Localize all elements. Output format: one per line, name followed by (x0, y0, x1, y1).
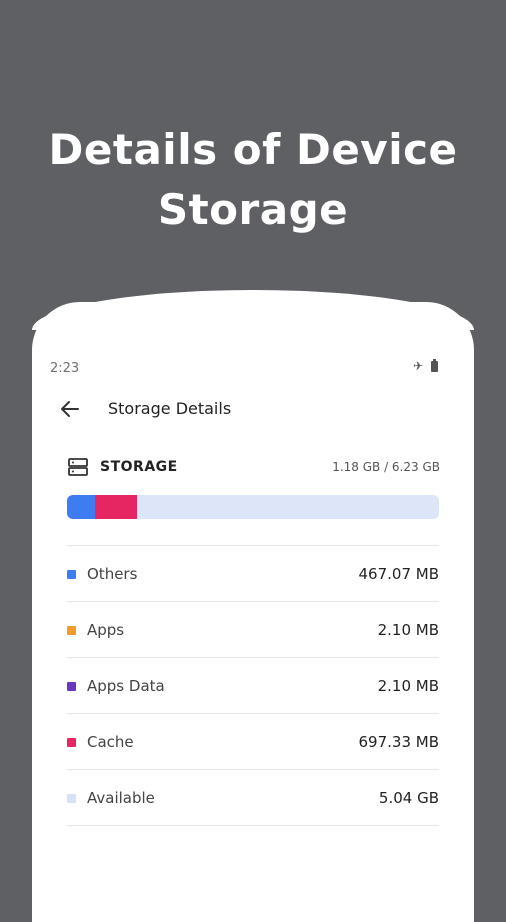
app-bar: Storage Details (58, 397, 438, 421)
status-time: 2:23 (50, 361, 79, 376)
list-item-label: Available (87, 789, 155, 807)
list-item[interactable]: Cache 697.33 MB (67, 713, 439, 769)
storage-usage-bar (67, 495, 439, 519)
list-item-value: 467.07 MB (359, 565, 440, 583)
list-item-label: Cache (87, 733, 134, 751)
legend-color-swatch (67, 570, 76, 579)
status-icons: ✈ (413, 360, 438, 372)
storage-bar-segment-cache (95, 495, 137, 519)
storage-label: STORAGE (100, 459, 178, 475)
list-item[interactable]: Others 467.07 MB (67, 545, 439, 601)
legend-color-swatch (67, 738, 76, 747)
storage-used-text: 1.18 GB / 6.23 GB (332, 460, 440, 474)
legend-color-swatch (67, 682, 76, 691)
phone-screen: 2:23 ✈ Storage Details STORAGE 1.18 GB /… (32, 302, 474, 922)
list-item-value: 2.10 MB (378, 621, 439, 639)
storage-breakdown-list: Others 467.07 MB Apps 2.10 MB Apps Data 2.10 … (67, 545, 439, 826)
page-title: Storage Details (108, 399, 231, 418)
promo-headline: Details of Device Storage (0, 120, 506, 240)
list-item-label: Others (87, 565, 137, 583)
list-item[interactable]: Apps Data 2.10 MB (67, 657, 439, 713)
legend-color-swatch (67, 794, 76, 803)
promo-headline-line-2: Storage (0, 180, 506, 240)
legend-color-swatch (67, 626, 76, 635)
list-item[interactable]: Apps 2.10 MB (67, 601, 439, 657)
storage-drive-icon (68, 458, 88, 476)
storage-header: STORAGE 1.18 GB / 6.23 GB (68, 457, 440, 479)
status-bar: 2:23 ✈ (50, 360, 438, 380)
list-item-value: 5.04 GB (379, 789, 439, 807)
storage-bar-segment-others (67, 495, 95, 519)
list-item[interactable]: Available 5.04 GB (67, 769, 439, 826)
airplane-mode-icon: ✈ (413, 360, 423, 372)
list-item-label: Apps (87, 621, 124, 639)
arrow-left-icon[interactable] (58, 397, 82, 421)
promo-headline-line-1: Details of Device (0, 120, 506, 180)
list-item-label: Apps Data (87, 677, 165, 695)
list-item-value: 697.33 MB (359, 733, 440, 751)
list-item-value: 2.10 MB (378, 677, 439, 695)
battery-icon (431, 361, 438, 372)
